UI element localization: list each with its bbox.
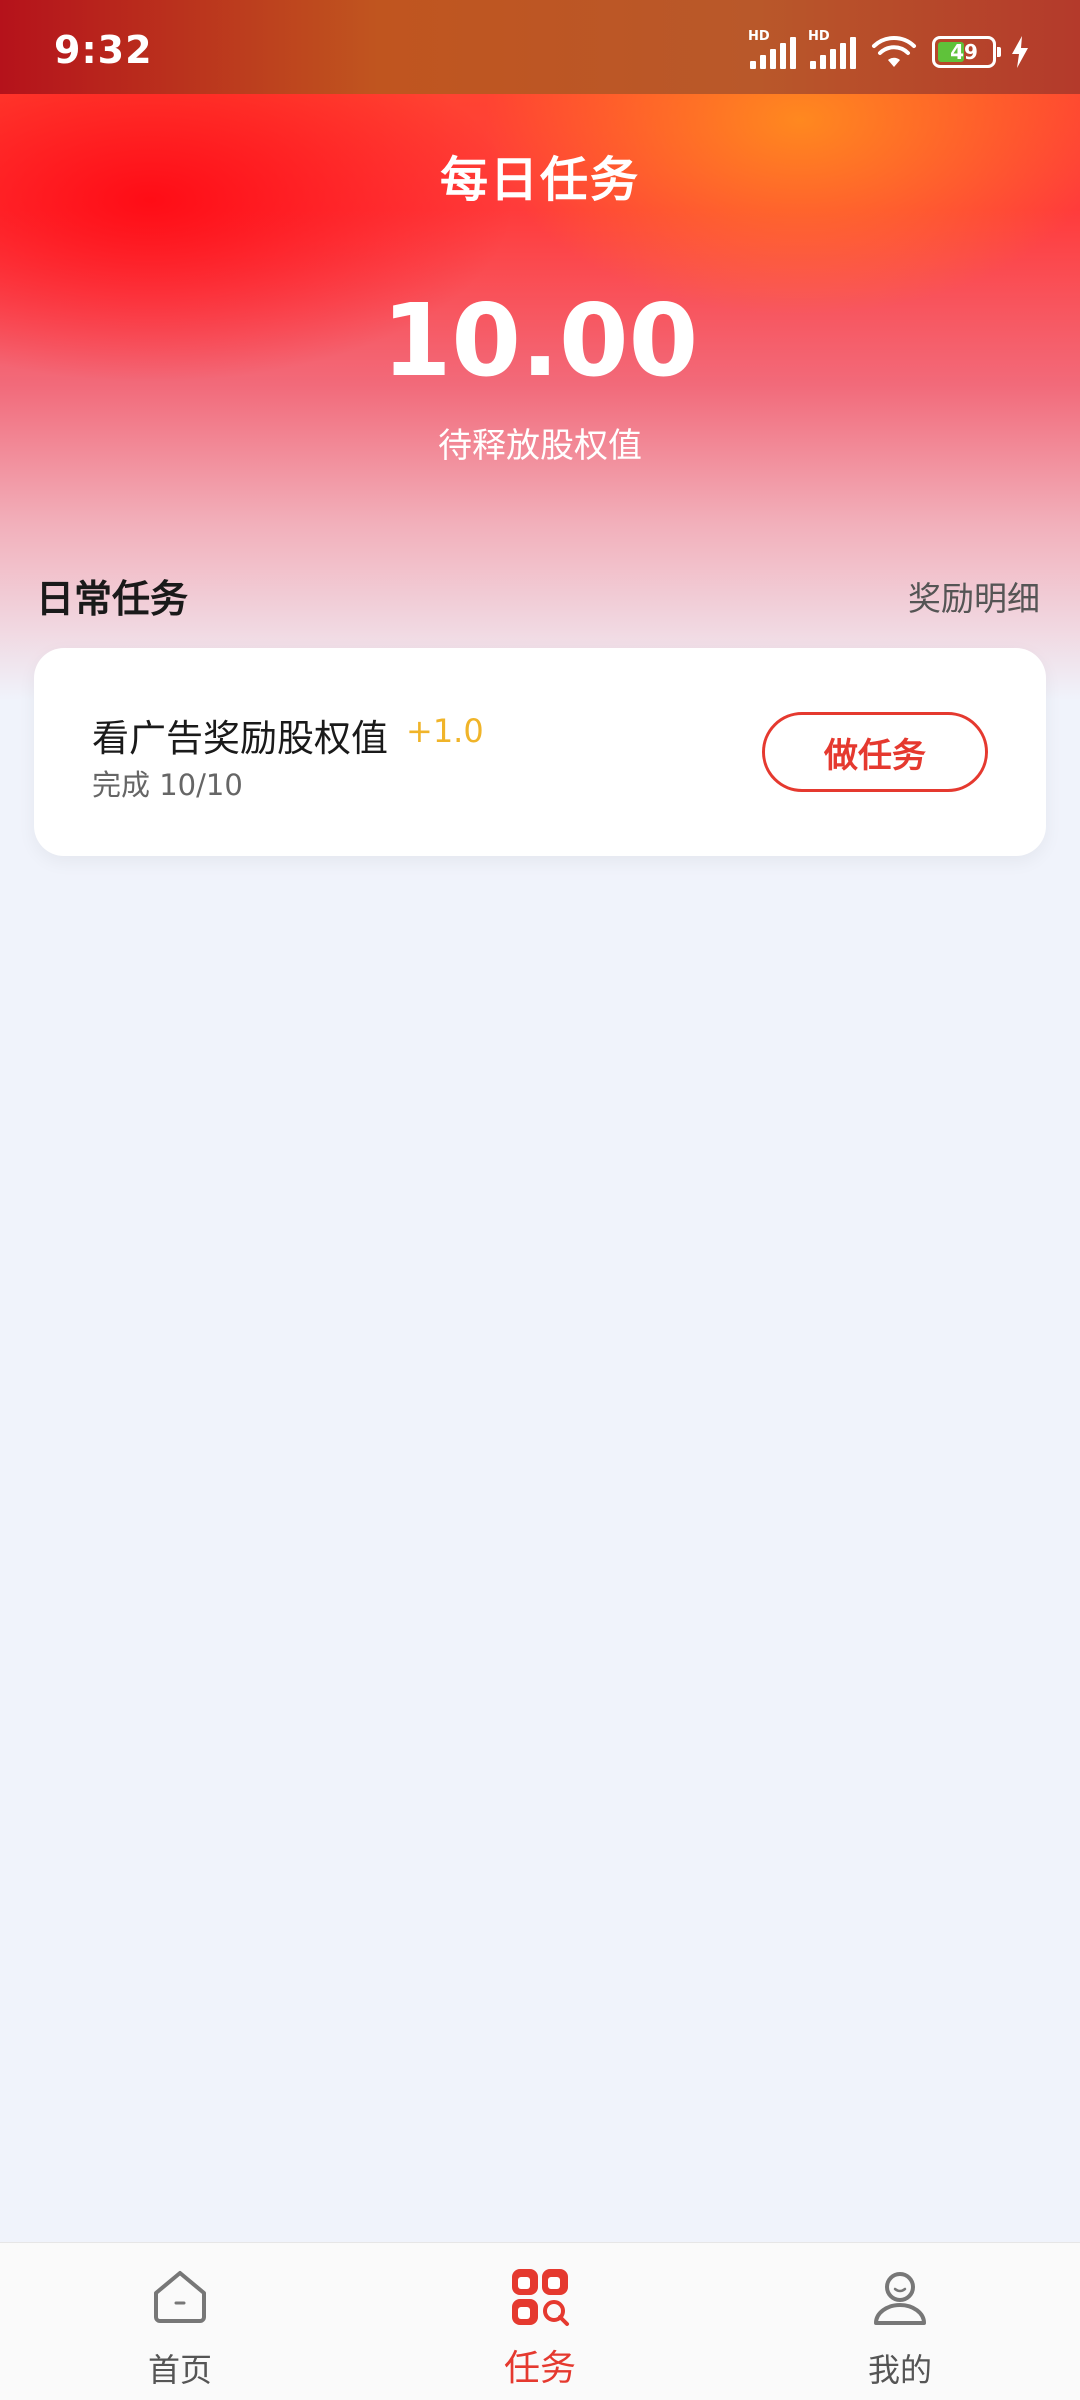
task-bonus: +1.0 [406, 712, 484, 750]
status-time: 9:32 [54, 28, 153, 72]
signal-icon: HD [748, 29, 796, 69]
section-title: 日常任务 [36, 577, 189, 621]
charging-icon [1012, 36, 1028, 68]
signal-icon: HD [808, 29, 856, 69]
signal-hd-tag: HD [808, 29, 830, 44]
tasks-icon [512, 2269, 569, 2326]
do-task-button[interactable]: 做任务 [762, 712, 988, 792]
battery-icon: 49 [932, 36, 1001, 68]
status-bar: 9:32 HD HD 49 [0, 0, 1080, 94]
nav-label-profile: 我的 [867, 2351, 932, 2389]
signal-hd-tag: HD [748, 29, 770, 44]
nav-label-home: 首页 [147, 2351, 212, 2389]
nav-label-tasks: 任务 [503, 2348, 576, 2389]
home-icon [154, 2271, 206, 2323]
status-icons: HD HD 49 [748, 29, 1030, 72]
nav-item-home[interactable]: 首页 [0, 2243, 360, 2400]
task-progress: 完成 10/10 [92, 768, 243, 802]
reward-details-link[interactable]: 奖励明细 [908, 572, 1040, 620]
task-name: 看广告奖励股权值 [92, 717, 388, 760]
battery-level: 49 [950, 40, 978, 64]
nav-item-profile[interactable]: 我的 [720, 2243, 1080, 2400]
bottom-nav: 首页 任务 我的 [0, 2242, 1080, 2400]
pending-value-label: 待释放股权值 [438, 426, 642, 466]
nav-item-tasks[interactable]: 任务 [360, 2243, 720, 2400]
wifi-icon [872, 36, 916, 67]
task-card: 看广告奖励股权值 +1.0 完成 10/10 做任务 [34, 648, 1046, 856]
pending-value: 10.00 [381, 282, 699, 399]
page-title: 每日任务 [439, 152, 640, 208]
profile-icon [874, 2272, 926, 2325]
